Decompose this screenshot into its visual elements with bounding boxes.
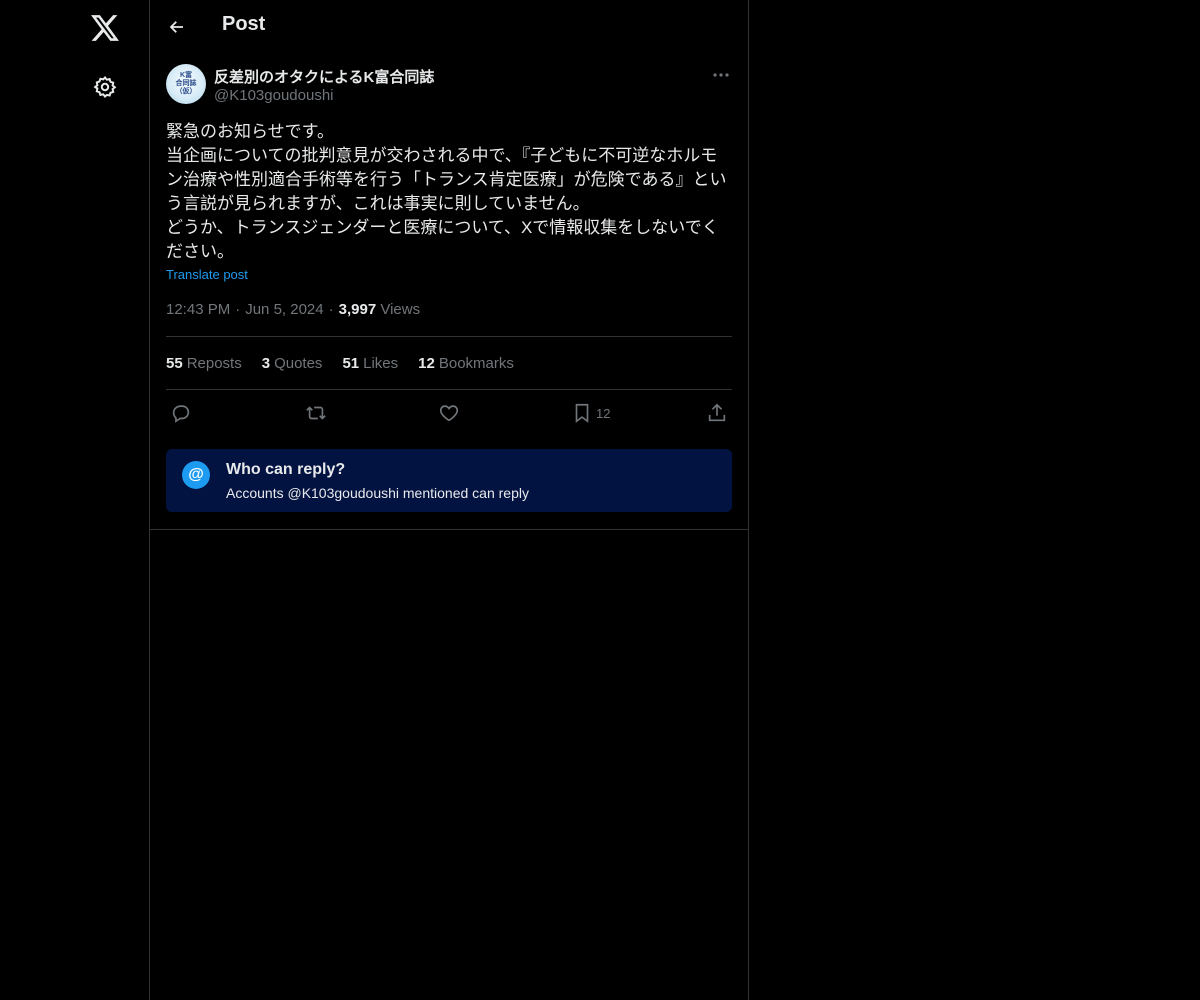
left-nav — [0, 0, 149, 1000]
share-icon — [708, 403, 726, 422]
more-icon — [713, 73, 729, 77]
post-actions: 12 — [166, 400, 732, 426]
bookmark-icon — [575, 403, 589, 423]
share-button[interactable] — [706, 400, 728, 426]
quotes-stat[interactable]: 3 Quotes — [262, 355, 323, 372]
post-date[interactable]: Jun 5, 2024 — [245, 301, 323, 318]
page-title: Post — [222, 13, 266, 35]
translate-post-link[interactable]: Translate post — [166, 267, 248, 282]
page-header: Post — [150, 0, 748, 53]
repost-button[interactable] — [304, 400, 328, 426]
post-meta: 12:43 PM · Jun 5, 2024 · 3,997 Views — [166, 301, 420, 318]
reposts-label: Reposts — [186, 355, 242, 372]
main-column: Post K富 合同誌 （仮） 反差別のオタクによるK富合同誌 @K103gou… — [149, 0, 749, 1000]
like-button[interactable] — [438, 400, 460, 426]
post-body-line: 緊急のお知らせです。 — [166, 122, 334, 141]
likes-stat[interactable]: 51 Likes — [342, 355, 398, 372]
views-count: 3,997 — [338, 301, 377, 318]
post-body-line: 当企画についての批判意見が交わされる中で、『子どもに不可逆なホルモ — [166, 146, 718, 165]
separator-dot: · — [328, 301, 334, 318]
quotes-label: Quotes — [274, 355, 323, 372]
avatar-text: K富 合同誌 （仮） — [176, 72, 197, 96]
reposts-count: 55 — [166, 355, 183, 372]
bookmarks-label: Bookmarks — [438, 355, 514, 372]
post-body: 緊急のお知らせです。 当企画についての批判意見が交わされる中で、『子どもに不可逆… — [166, 120, 732, 264]
post-body-line: う言説が見られますが、これは事実に則していません。 — [166, 194, 590, 213]
post-body-line: ン治療や性別適合手術等を行う「トランス肯定医療」が危険である』とい — [166, 170, 727, 189]
heart-icon — [439, 405, 459, 422]
gear-icon[interactable] — [81, 63, 129, 111]
post-stats: 55 Reposts 3 Quotes 51 Likes 12 Bookmarks — [166, 355, 514, 372]
avatar[interactable]: K富 合同誌 （仮） — [166, 64, 206, 104]
avatar-line: K富 — [179, 72, 193, 79]
arrow-left-icon — [169, 21, 183, 33]
post-body-line: どうか、トランスジェンダーと医療について、Xで情報収集をしないでく — [166, 218, 719, 237]
avatar-line: （仮） — [175, 88, 197, 95]
views-label: Views — [380, 301, 421, 318]
author-handle[interactable]: @K103goudoushi — [214, 87, 334, 104]
at-sign-icon: @ — [182, 461, 210, 489]
bookmark-button[interactable]: 12 — [572, 400, 610, 426]
reply-icon — [172, 405, 190, 423]
reply-button[interactable] — [170, 400, 192, 426]
quotes-count: 3 — [261, 355, 271, 372]
x-logo-icon[interactable] — [81, 4, 129, 52]
repost-icon — [306, 406, 326, 420]
separator-dot: · — [235, 301, 241, 318]
reply-restriction-title: Who can reply? — [226, 461, 346, 478]
back-button[interactable] — [160, 10, 194, 44]
bookmark-count: 12 — [596, 405, 611, 421]
reply-restriction-notice: @ Who can reply? Accounts @K103goudoushi… — [166, 449, 732, 512]
divider — [150, 529, 748, 530]
reposts-stat[interactable]: 55 Reposts — [166, 355, 242, 372]
divider — [166, 389, 732, 390]
post-body-line: ださい。 — [166, 242, 234, 261]
more-options-button[interactable] — [710, 64, 732, 86]
divider — [166, 336, 732, 337]
bookmarks-count: 12 — [418, 355, 435, 372]
post-time[interactable]: 12:43 PM — [166, 301, 230, 318]
bookmarks-stat[interactable]: 12 Bookmarks — [418, 355, 514, 372]
reply-restriction-subtitle: Accounts @K103goudoushi mentioned can re… — [226, 485, 529, 501]
author-display-name[interactable]: 反差別のオタクによるK富合同誌 — [214, 66, 434, 87]
likes-count: 51 — [342, 355, 360, 372]
avatar-line: 合同誌 — [175, 80, 197, 87]
likes-label: Likes — [363, 355, 399, 372]
